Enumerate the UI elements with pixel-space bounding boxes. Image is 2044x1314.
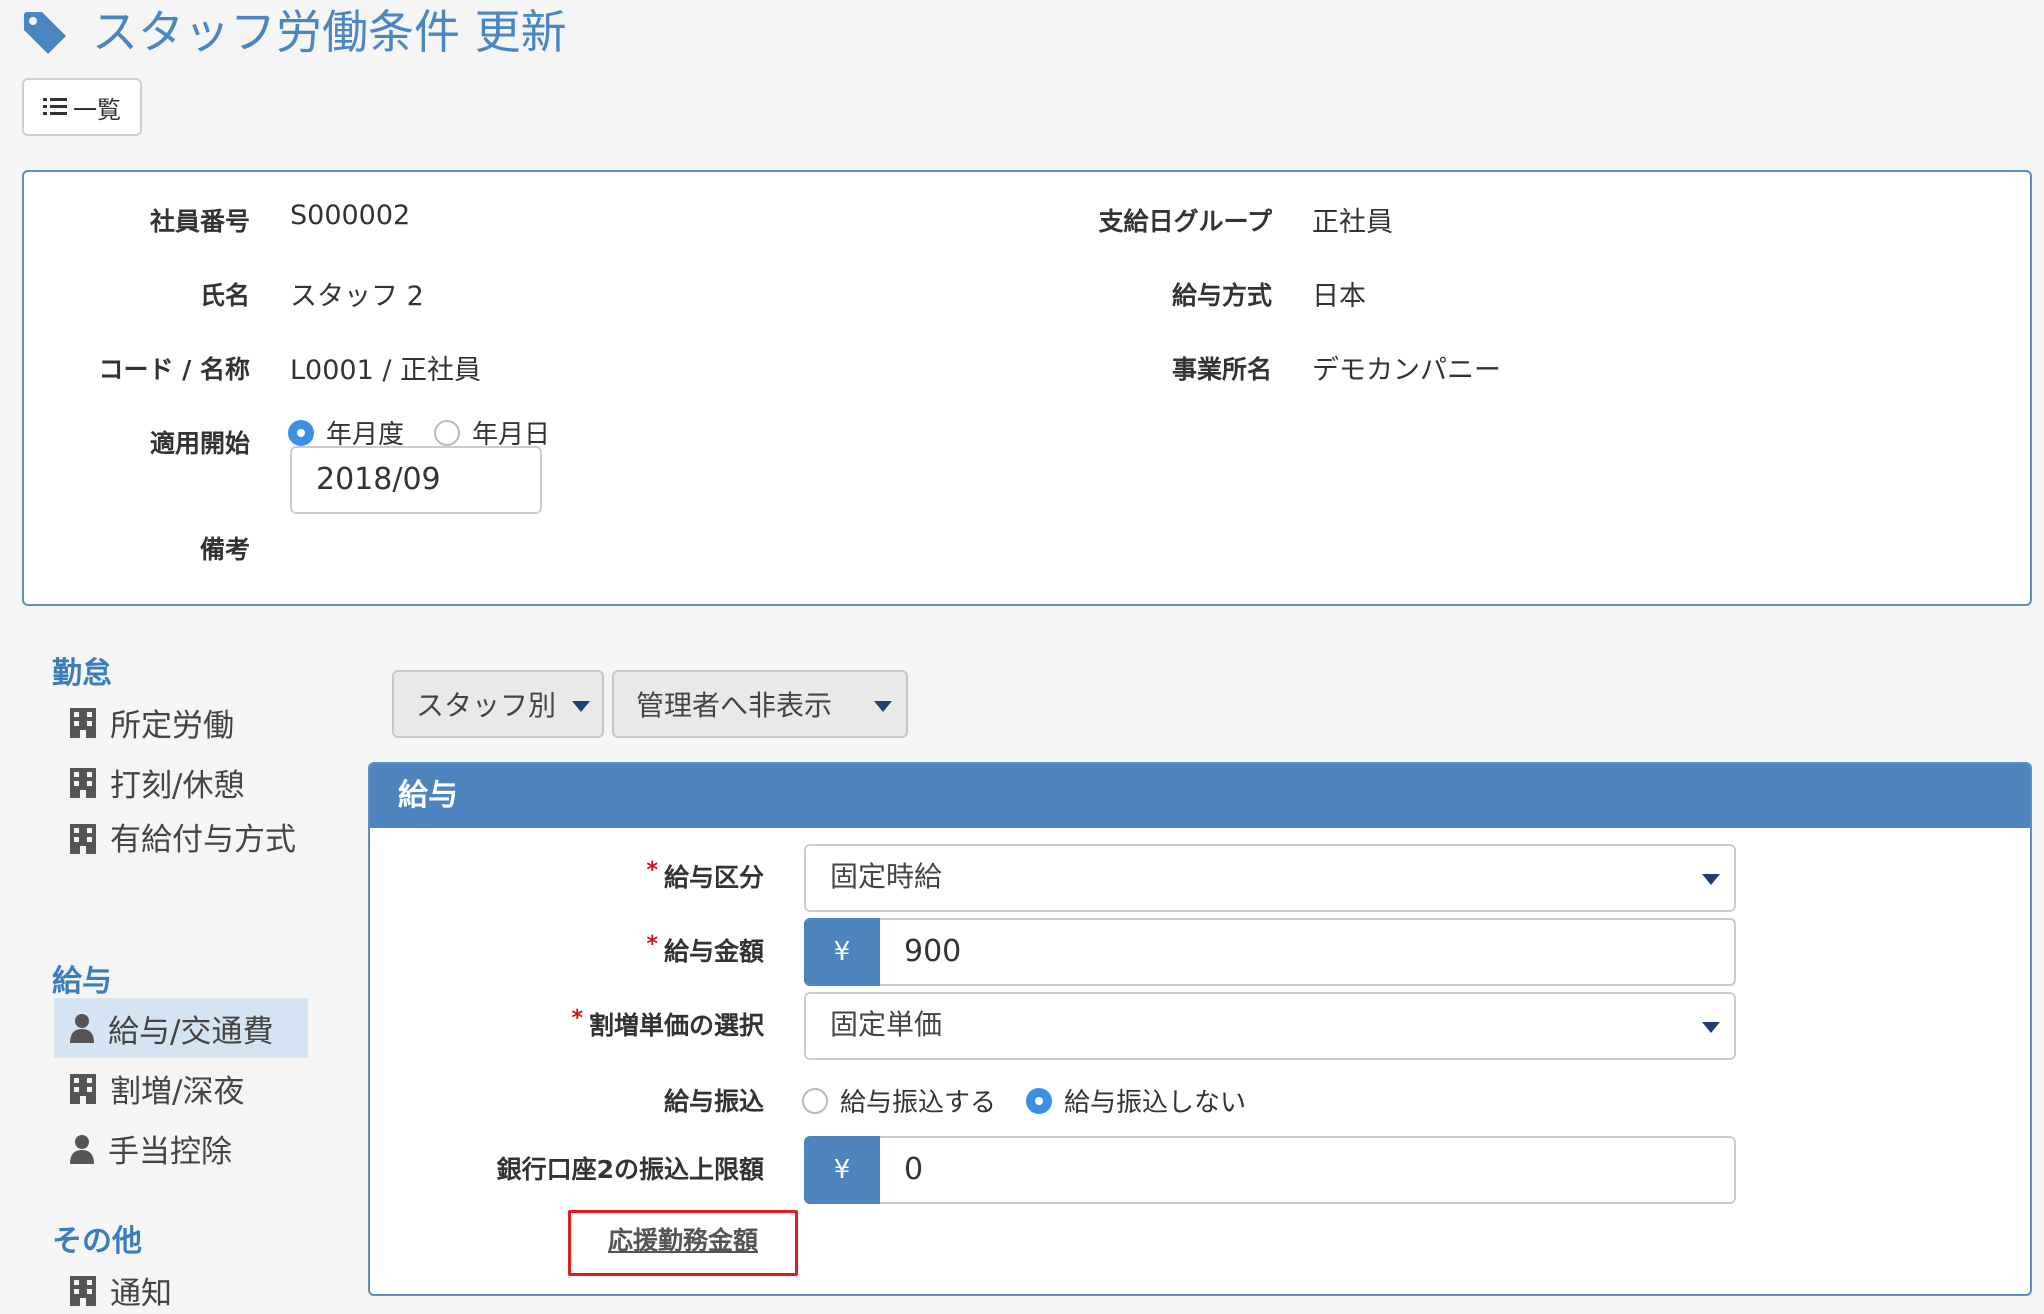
support-work-amount-link[interactable]: 応援勤務金額 [568, 1210, 798, 1276]
sidebar-item-premium[interactable]: 割増/深夜 [70, 1066, 244, 1111]
user-icon [70, 1134, 94, 1164]
salary-type-value: 固定時給 [830, 860, 943, 893]
caret-down-icon [1702, 1022, 1720, 1033]
building-icon [70, 707, 96, 738]
tag-icon [24, 12, 66, 54]
list-button[interactable]: 一覧 [22, 78, 142, 136]
sidebar-item-work-label: 所定労働 [110, 708, 234, 744]
sidebar-item-work[interactable]: 所定労働 [70, 700, 234, 745]
code-label: コード / 名称 [98, 355, 250, 384]
user-icon [70, 1014, 94, 1043]
salary-amount-input[interactable]: 900 [880, 918, 1736, 986]
salary-panel-title: 給与 [370, 764, 2030, 828]
salary-transfer-label: 給与振込 [663, 1087, 764, 1116]
staff-dropdown-label: スタッフ別 [416, 689, 557, 722]
building-icon [70, 1073, 96, 1104]
sidebar-section-attendance: 勤怠 [52, 656, 112, 691]
sidebar-item-stamp-label: 打刻/休憩 [110, 768, 245, 804]
required-mark: * [646, 932, 658, 957]
office-label: 事業所名 [1171, 355, 1272, 384]
salary-type-label: * 給与区分 [646, 858, 764, 892]
bank2-limit-input[interactable]: 0 [880, 1136, 1736, 1204]
name-label: 氏名 [199, 281, 250, 310]
remarks-label: 備考 [199, 535, 250, 564]
sidebar-item-premium-label: 割増/深夜 [110, 1074, 245, 1110]
sidebar-item-salary-transport-label: 給与/交通費 [108, 1013, 274, 1050]
employee-no-value: S000002 [290, 200, 411, 231]
visibility-dropdown[interactable]: 管理者へ非表示 [612, 670, 908, 738]
sidebar-item-notice-label: 通知 [110, 1276, 172, 1312]
salary-amount-label: * 給与金額 [646, 932, 764, 966]
building-icon [70, 767, 96, 798]
page-title: スタッフ労働条件 更新 [92, 5, 567, 59]
employee-no-label: 社員番号 [149, 207, 250, 236]
building-icon [70, 1275, 96, 1306]
sidebar-section-salary: 給与 [52, 964, 112, 999]
caret-down-icon [1702, 874, 1720, 885]
premium-rate-select[interactable]: 固定単価 [804, 992, 1736, 1060]
bank2-limit-group: ¥ 0 [804, 1136, 1736, 1204]
radio-transfer-yes[interactable] [802, 1087, 828, 1114]
transfer-yes-label: 給与振込する [840, 1088, 997, 1118]
sidebar-item-notice[interactable]: 通知 [70, 1268, 172, 1313]
sidebar-item-allowance[interactable]: 手当控除 [70, 1126, 232, 1171]
salary-type-select[interactable]: 固定時給 [804, 844, 1736, 912]
apply-date-input[interactable]: 2018/09 [290, 446, 542, 514]
caret-down-icon [874, 701, 892, 712]
pay-group-value: 正社員 [1312, 207, 1393, 238]
name-value: スタッフ 2 [290, 281, 424, 312]
salary-amount-group: ¥ 900 [804, 918, 1736, 986]
office-value: デモカンパニー [1312, 355, 1501, 386]
apply-start-label: 適用開始 [149, 429, 250, 458]
yen-addon: ¥ [804, 1136, 880, 1204]
sidebar-item-salary-transport[interactable]: 給与/交通費 [54, 998, 308, 1058]
transfer-no-label: 給与振込しない [1064, 1088, 1247, 1118]
radio-date[interactable] [434, 419, 460, 446]
sidebar-item-allowance-label: 手当控除 [108, 1134, 232, 1170]
premium-rate-value: 固定単価 [830, 1008, 943, 1041]
sidebar-item-paid-leave-label: 有給付与方式 [110, 822, 296, 858]
radio-transfer-no[interactable] [1026, 1087, 1052, 1114]
building-icon [70, 824, 96, 854]
visibility-dropdown-label: 管理者へ非表示 [636, 689, 833, 722]
caret-down-icon [572, 701, 590, 712]
sidebar-section-other: その他 [52, 1224, 142, 1259]
list-button-label: 一覧 [73, 95, 121, 124]
staff-info-panel [22, 170, 2032, 606]
staff-dropdown[interactable]: スタッフ別 [392, 670, 604, 738]
yen-addon: ¥ [804, 918, 880, 986]
premium-rate-label: * 割増単価の選択 [571, 1006, 764, 1040]
pay-method-label: 給与方式 [1171, 281, 1272, 310]
pay-method-value: 日本 [1312, 281, 1366, 312]
radio-month[interactable] [288, 419, 314, 446]
pay-group-label: 支給日グループ [1098, 207, 1272, 236]
sidebar-item-paid-leave[interactable]: 有給付与方式 [70, 818, 300, 862]
required-mark: * [646, 858, 658, 883]
required-mark: * [571, 1006, 583, 1031]
transfer-no-option[interactable]: 給与振込しない [1026, 1082, 1246, 1119]
bank2-limit-label: 銀行口座2の振込上限額 [496, 1155, 764, 1184]
list-icon [43, 98, 67, 115]
transfer-yes-option[interactable]: 給与振込する [802, 1082, 996, 1119]
code-value: L0001 / 正社員 [290, 355, 482, 386]
sidebar-item-stamp[interactable]: 打刻/休憩 [70, 760, 244, 805]
